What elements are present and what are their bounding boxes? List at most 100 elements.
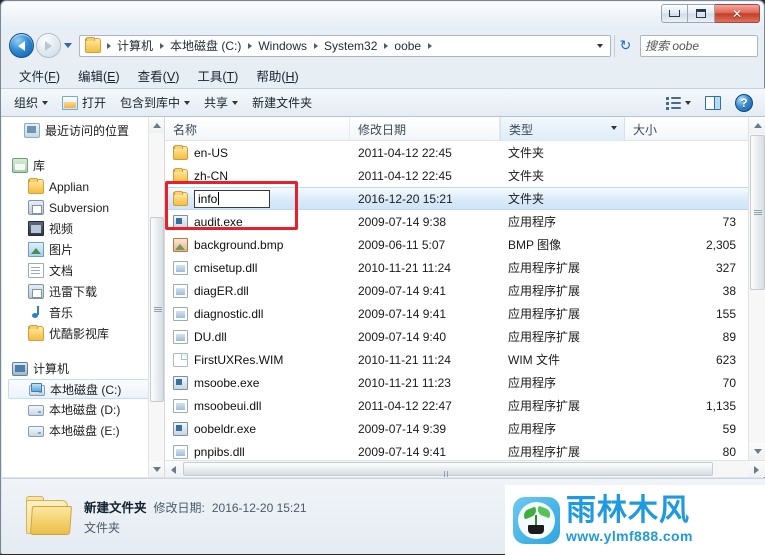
sidebar-item-computer[interactable]: 计算机 [2, 358, 164, 379]
folder-icon [173, 191, 188, 206]
table-row-renaming[interactable]: info 2016-12-20 15:21 文件夹 [165, 187, 748, 210]
organize-button[interactable]: 组织 [7, 91, 55, 114]
table-row[interactable]: pnpibs.dll 2009-07-14 9:41 应用程序扩展 80 [165, 440, 748, 460]
file-list-horizontal-scrollbar[interactable] [165, 460, 765, 477]
sidebar-item-local-disk-e[interactable]: 本地磁盘 (E:) [2, 420, 164, 441]
menu-file[interactable]: 文件(F) [11, 63, 68, 88]
table-row[interactable]: audit.exe 2009-07-14 9:38 应用程序 73 [165, 210, 748, 233]
scroll-right-button[interactable] [748, 461, 765, 477]
file-size-cell: 623 [715, 352, 736, 367]
breadcrumb-separator[interactable] [156, 42, 167, 49]
breadcrumb-item-computer[interactable]: 计算机 [114, 37, 156, 54]
scrollbar-thumb[interactable] [150, 217, 164, 402]
chevron-down-icon [42, 100, 49, 105]
share-button[interactable]: 共享 [197, 91, 245, 114]
computer-icon [12, 361, 28, 376]
close-button[interactable]: ✕ [715, 4, 760, 23]
chevron-down-icon[interactable] [611, 126, 617, 130]
column-header-size[interactable]: 大小 [625, 117, 765, 141]
change-view-button[interactable] [659, 93, 698, 112]
scroll-left-button[interactable] [165, 461, 182, 477]
sidebar-item-local-disk-c[interactable]: 本地磁盘 (C:) [8, 379, 160, 399]
breadcrumb[interactable]: 计算机 本地磁盘 (C:) Windows System32 oobe [79, 34, 611, 57]
organize-label: 组织 [14, 96, 39, 110]
recent-locations-button[interactable] [61, 33, 75, 58]
breadcrumb-item-oobe[interactable]: oobe [391, 39, 424, 53]
scroll-up-button[interactable] [749, 117, 765, 134]
back-button[interactable] [9, 33, 34, 58]
share-label: 共享 [204, 96, 229, 110]
sidebar-item-pictures[interactable]: 图片 [2, 239, 164, 260]
view-options-icon [666, 96, 681, 110]
breadcrumb-separator[interactable] [424, 42, 435, 49]
menu-help[interactable]: 帮助(H) [248, 63, 306, 88]
file-list-vertical-scrollbar[interactable] [748, 117, 765, 460]
table-row[interactable]: msoobeui.dll 2011-04-12 22:47 应用程序扩展 1,1… [165, 394, 748, 417]
table-row[interactable]: diagER.dll 2009-07-14 9:41 应用程序扩展 38 [165, 279, 748, 302]
table-row[interactable]: msoobe.exe 2010-11-21 11:23 应用程序 70 [165, 371, 748, 394]
table-row[interactable]: DU.dll 2009-07-14 9:40 应用程序扩展 89 [165, 325, 748, 348]
scroll-down-button[interactable] [749, 443, 765, 460]
sidebar-item-label: 优酷影视库 [49, 327, 110, 341]
sidebar-item-label: 最近访问的位置 [45, 124, 130, 138]
scrollbar-thumb[interactable] [183, 462, 713, 477]
folder-icon [28, 325, 44, 341]
music-icon [28, 305, 44, 320]
sidebar-item-youku-library[interactable]: 优酷影视库 [2, 323, 164, 344]
table-row[interactable]: cmisetup.dll 2010-11-21 11:24 应用程序扩展 327 [165, 256, 748, 279]
table-row[interactable]: FirstUXRes.WIM 2010-11-21 11:24 WIM 文件 6… [165, 348, 748, 371]
file-date-cell: 2009-07-14 9:40 [358, 329, 447, 344]
maximize-button[interactable] [688, 4, 715, 23]
table-row[interactable]: en-US 2011-04-12 22:45 文件夹 [165, 141, 748, 164]
sidebar-item-applian[interactable]: Applian [2, 176, 164, 197]
refresh-button[interactable]: ↻ [614, 34, 636, 57]
file-type-cell: 应用程序 [508, 215, 557, 229]
new-folder-button[interactable]: 新建文件夹 [245, 91, 319, 114]
sidebar-item-recent-places[interactable]: 最近访问的位置 [2, 120, 164, 141]
sidebar-item-documents[interactable]: 文档 [2, 260, 164, 281]
open-button[interactable]: 打开 [55, 91, 113, 114]
scroll-down-button[interactable] [149, 461, 164, 477]
help-button[interactable]: ? [728, 91, 760, 115]
breadcrumb-dropdown-button[interactable] [592, 43, 608, 48]
forward-button[interactable] [36, 33, 61, 58]
file-type-cell: 应用程序扩展 [508, 399, 581, 413]
file-date-cell: 2009-07-14 9:39 [358, 421, 447, 436]
scrollbar-thumb[interactable] [750, 135, 765, 290]
search-input[interactable] [645, 38, 765, 53]
column-header-type[interactable]: 类型 [500, 117, 625, 141]
scroll-up-button[interactable] [149, 117, 164, 133]
file-size-cell: 327 [715, 260, 736, 275]
menu-edit[interactable]: 编辑(E) [70, 63, 128, 88]
sidebar-item-local-disk-d[interactable]: 本地磁盘 (D:) [2, 399, 164, 420]
preview-pane-button[interactable] [698, 93, 728, 113]
breadcrumb-item-drive-c[interactable]: 本地磁盘 (C:) [167, 37, 244, 54]
breadcrumb-item-windows[interactable]: Windows [255, 39, 310, 53]
breadcrumb-separator[interactable] [380, 42, 391, 49]
breadcrumb-separator[interactable] [103, 42, 114, 49]
minimize-button[interactable] [661, 4, 688, 23]
table-row[interactable]: diagnostic.dll 2009-07-14 9:41 应用程序扩展 15… [165, 302, 748, 325]
sidebar-item-videos[interactable]: 视频 [2, 218, 164, 239]
sidebar-item-subversion[interactable]: Subversion [2, 197, 164, 218]
navigation-pane-scrollbar[interactable] [148, 117, 164, 477]
close-icon: ✕ [731, 6, 743, 21]
sidebar-item-libraries[interactable]: 库 [2, 155, 164, 176]
sidebar-item-thunder-download[interactable]: 迅雷下载 [2, 281, 164, 302]
folder-icon [173, 168, 188, 183]
menu-view[interactable]: 查看(V) [130, 63, 188, 88]
breadcrumb-item-system32[interactable]: System32 [321, 39, 380, 53]
sidebar-item-music[interactable]: 音乐 [2, 302, 164, 323]
menu-tools[interactable]: 工具(T) [189, 63, 246, 88]
breadcrumb-separator[interactable] [310, 42, 321, 49]
search-box[interactable] [640, 34, 765, 57]
file-type-cell: 应用程序扩展 [508, 445, 581, 459]
column-header-date-modified[interactable]: 修改日期 [350, 117, 500, 141]
table-row[interactable]: background.bmp 2009-06-11 5:07 BMP 图像 2,… [165, 233, 748, 256]
rename-input[interactable]: info [194, 189, 270, 208]
table-row[interactable]: zh-CN 2011-04-12 22:45 文件夹 [165, 164, 748, 187]
column-header-name[interactable]: 名称 [165, 117, 350, 141]
breadcrumb-separator[interactable] [244, 42, 255, 49]
include-in-library-button[interactable]: 包含到库中 [113, 91, 197, 114]
table-row[interactable]: oobeldr.exe 2009-07-14 9:39 应用程序 59 [165, 417, 748, 440]
